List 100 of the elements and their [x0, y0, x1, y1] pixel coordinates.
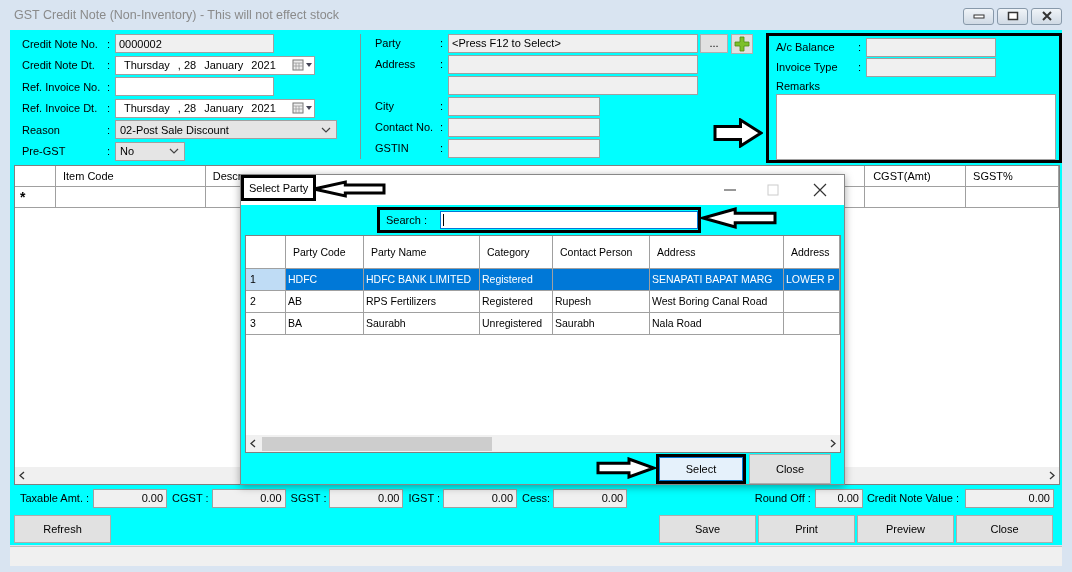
column-header[interactable]: SGST% [966, 166, 1059, 186]
amount-field[interactable]: 0.00 [965, 488, 1054, 508]
amount-field[interactable]: 0.00 [329, 488, 404, 508]
dialog-title: Select Party [241, 175, 317, 201]
total-label: IGST : [408, 490, 441, 506]
scrollbar-thumb[interactable] [262, 436, 492, 451]
colon: : [107, 58, 112, 73]
column-header[interactable]: Address [650, 236, 784, 268]
close-button[interactable] [1031, 7, 1062, 25]
field-label: Pre-GST [22, 144, 67, 159]
colon: : [107, 79, 112, 95]
maximize-icon[interactable] [767, 184, 779, 196]
add-button[interactable] [731, 33, 753, 54]
column-header[interactable]: Address [784, 236, 840, 268]
column-header[interactable]: Party Name [364, 236, 480, 268]
table-cell-text: AB [288, 293, 302, 309]
amount-field[interactable]: 0.00 [211, 488, 286, 508]
text-field[interactable] [448, 139, 600, 158]
total-label: Taxable Amt. : [20, 490, 90, 506]
amount-field[interactable]: 0.00 [93, 488, 168, 508]
colon: : [440, 120, 445, 136]
action-button[interactable]: Refresh [14, 515, 111, 543]
text-field[interactable] [448, 55, 698, 74]
field-label: Contact No. [375, 120, 435, 136]
action-button[interactable]: Close [956, 515, 1053, 543]
text-field[interactable] [866, 37, 996, 57]
text-field[interactable]: 0000002 [115, 34, 274, 54]
table-cell-text: West Boring Canal Road [652, 293, 768, 309]
table-row[interactable]: AB RPS Fertilizers Registered Rupesh West Boring Canal Road [286, 291, 840, 312]
scroll-right-icon[interactable] [829, 439, 837, 448]
date-picker[interactable]: Thursday , 28 January 2021 [115, 98, 315, 118]
scroll-left-icon[interactable] [249, 439, 257, 448]
caret-icon [169, 148, 179, 155]
table-row[interactable]: HDFC HDFC BANK LIMITED Registered SENAPATI BAPAT MARG LOWER P [286, 269, 840, 290]
colon: : [858, 60, 863, 76]
horizontal-scrollbar[interactable] [246, 435, 840, 452]
table-cell-text: Saurabh [555, 315, 595, 331]
amount-field[interactable]: 0.00 [443, 488, 518, 508]
text-field[interactable] [866, 58, 996, 78]
field-label: Address [375, 57, 417, 73]
column-header[interactable]: Category [480, 236, 553, 268]
maximize-button[interactable] [997, 7, 1028, 25]
field-label: Credit Note Dt. [22, 58, 96, 73]
colon: : [107, 101, 112, 116]
action-button[interactable]: Save [659, 515, 756, 543]
text-field[interactable] [448, 118, 600, 137]
table-cell-text: Registered [482, 271, 533, 287]
table-cell-text: LOWER P [786, 271, 835, 287]
dropdown[interactable]: 02-Post Sale Discount [115, 120, 337, 140]
calendar-icon[interactable] [291, 102, 314, 115]
new-row-marker: * [20, 187, 26, 207]
total-label: Cess: [522, 490, 551, 506]
dialog-button[interactable]: Select [656, 454, 746, 484]
table-cell-text: Saurabh [366, 315, 406, 331]
field-label: Invoice Type [776, 60, 839, 76]
action-button[interactable]: Preview [857, 515, 954, 543]
column-header[interactable]: Item Code [55, 166, 206, 186]
field-label: Ref. Invoice Dt. [22, 101, 99, 116]
table-cell-text: HDFC [288, 271, 318, 287]
scroll-left-icon[interactable] [18, 471, 26, 480]
remarks-field[interactable] [776, 93, 1056, 160]
calendar-icon[interactable] [291, 59, 314, 72]
dialog-button[interactable]: Close [749, 454, 831, 484]
search-field[interactable] [440, 211, 698, 229]
table-cell-text: HDFC BANK LIMITED [366, 271, 471, 287]
maximize-icon [1006, 11, 1019, 21]
table-cell-text: SENAPATI BAPAT MARG [652, 271, 773, 287]
table-cell-text: Registered [482, 293, 533, 309]
table-cell-text: BA [288, 315, 302, 331]
search-label: Search : [386, 212, 428, 228]
action-button[interactable]: Print [758, 515, 855, 543]
table-cell-text: Unregistered [482, 315, 543, 331]
row-number[interactable]: 1 [246, 269, 286, 290]
dropdown[interactable]: No [115, 141, 185, 161]
table-row[interactable]: BA Saurabh Unregistered Saurabh Nala Road [286, 313, 840, 334]
colon: : [858, 39, 863, 55]
field-label: Remarks [776, 78, 821, 94]
minimize-icon [972, 13, 985, 19]
text-field[interactable] [448, 76, 698, 95]
arrow-icon [596, 457, 656, 479]
text-field[interactable] [448, 97, 600, 116]
column-header[interactable]: Party Code [286, 236, 364, 268]
field-label: GSTIN [375, 141, 410, 157]
caret-icon [321, 126, 331, 133]
field-label: Reason [22, 122, 61, 138]
amount-field[interactable]: 0.00 [553, 488, 628, 508]
text-field[interactable] [115, 77, 274, 97]
column-header[interactable]: Contact Person [553, 236, 650, 268]
arrow-icon [713, 118, 763, 148]
amount-field[interactable]: 0.00 [814, 488, 863, 508]
column-header[interactable]: CGST(Amt) [866, 166, 967, 186]
scroll-right-icon[interactable] [1048, 471, 1056, 480]
table-cell-text: Rupesh [555, 293, 592, 309]
close-icon[interactable] [813, 183, 827, 197]
browse-button[interactable]: ... [700, 34, 728, 53]
plus-icon [734, 35, 750, 52]
colon: : [440, 99, 445, 115]
colon: : [107, 144, 112, 159]
date-picker[interactable]: Thursday , 28 January 2021 [115, 55, 315, 75]
party-field[interactable]: <Press F12 to Select> [448, 34, 698, 53]
